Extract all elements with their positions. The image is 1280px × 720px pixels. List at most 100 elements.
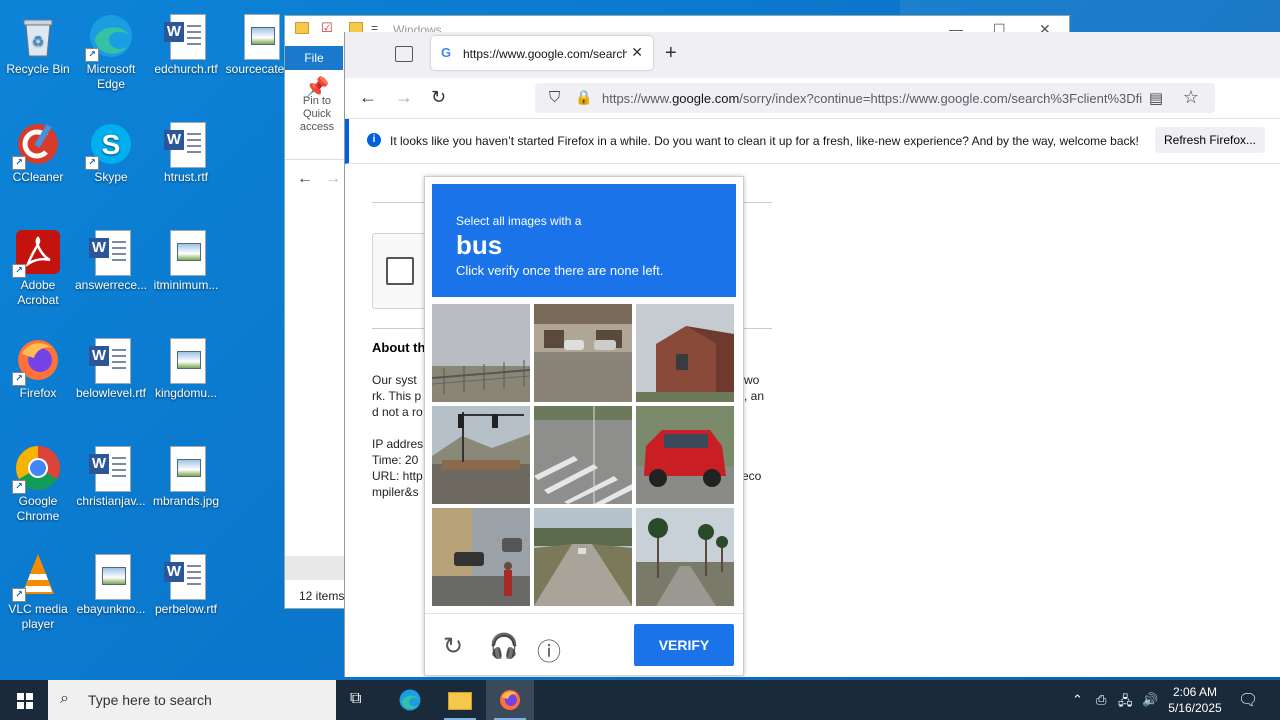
reload-challenge-icon[interactable]: ↻ [443,632,463,661]
desktop-icon-label: Microsoft Edge [86,62,136,91]
captcha-tile-6[interactable] [636,406,734,504]
edge-icon [399,689,421,711]
desktop-icon-skype[interactable]: S ↗ Skype [73,114,149,185]
pin-quick-access-button[interactable]: 📌 Pin to Quick access [291,78,343,134]
desktop-icon-label: Firefox [19,386,57,400]
desktop-icon-ccleaner[interactable]: ↗ CCleaner [0,114,76,185]
desktop-icon-label: itminimum... [153,278,219,292]
desktop-icon-label: mbrands.jpg [152,494,220,508]
back-icon[interactable]: ← [359,87,377,108]
desktop-icon-kingdomu[interactable]: kingdomu... [148,330,224,401]
tab-google-search[interactable]: G https://www.google.com/search ✕ [431,36,653,70]
desktop-icon-ebayunkno[interactable]: ebayunkno... [73,546,149,617]
desktop-icon-adobe-acrobat[interactable]: ↗ Adobe Acrobat [0,222,76,308]
taskbar-search-box[interactable]: ⌕ Type here to search [48,680,336,720]
desktop-icon-google-chrome[interactable]: ↗ Google Chrome [0,438,76,524]
tracking-protection-icon[interactable]: ⛉ [549,89,560,106]
bookmark-star-icon[interactable]: ☆ [1183,87,1199,108]
challenge-header: Select all images with a bus Click verif… [432,184,736,297]
desktop-icon-label: Adobe Acrobat [17,278,59,307]
image-file-icon [236,12,284,60]
desktop-icon-belowlevel[interactable]: W belowlevel.rtf [73,330,149,401]
properties-icon[interactable]: ☑ [321,20,333,36]
svg-text:S: S [102,129,121,160]
tab-bar: G https://www.google.com/search ✕ + [345,32,1280,78]
desktop-icon-label: belowlevel.rtf [75,386,147,400]
back-arrow-icon[interactable]: ← [297,170,313,188]
challenge-footer: ↻ 🎧 ⓘ VERIFY [425,613,743,676]
lock-icon[interactable]: 🔒 [575,89,592,106]
captcha-tile-1[interactable] [432,304,530,402]
desktop-icon-perbelow[interactable]: W perbelow.rtf [148,546,224,617]
word-document-icon: W [87,444,135,492]
pin-label: Pin to Quick access [299,95,335,133]
refresh-firefox-button[interactable]: Refresh Firefox... [1155,127,1265,153]
item-count: 12 items [299,589,345,603]
search-icon: ⌕ [60,690,69,707]
ccleaner-icon: ↗ [12,120,62,170]
show-hidden-icons[interactable]: ⌃ [1072,692,1083,708]
captcha-tile-4[interactable] [432,406,530,504]
image-file-icon [162,228,210,276]
reload-icon[interactable]: ↻ [431,87,446,108]
desktop-icon-vlc[interactable]: ↗ VLC media player [0,546,76,632]
taskbar-clock[interactable]: 2:06 AM 5/16/2025 [1163,684,1227,716]
taskbar: ⌕ Type here to search ⧉ ⌃ ⎙ 🖧 🔊 2:06 AM … [0,680,1280,720]
volume-icon[interactable]: 🔊 [1142,692,1158,708]
captcha-tile-7[interactable] [432,508,530,606]
search-placeholder: Type here to search [88,692,212,708]
taskbar-firefox[interactable] [486,680,534,720]
taskbar-edge[interactable] [386,680,434,720]
shortcut-arrow-icon: ↗ [12,480,26,494]
desktop-icon-label: ebayunkno... [76,602,146,616]
target-object: bus [456,230,503,260]
desktop-icon-edchurch[interactable]: W edchurch.rtf [148,6,224,77]
desktop-icon-label: Skype [94,170,128,184]
file-tab[interactable]: File [285,46,343,70]
desktop-icon-edge[interactable]: ↗ Microsoft Edge [73,6,149,92]
reader-view-icon[interactable]: ▤ [1149,89,1163,107]
desktop-icon-answerrece[interactable]: W answerrece... [73,222,149,293]
forward-icon[interactable]: → [395,87,413,108]
captcha-tile-9[interactable] [636,508,734,606]
desktop-icon-mbrands[interactable]: mbrands.jpg [148,438,224,509]
scrollbar[interactable] [285,556,345,580]
firefox-view-icon[interactable] [395,46,413,62]
task-view-icon: ⧉ [350,690,362,707]
desktop-icon-htrust[interactable]: W htrust.rtf [148,114,224,185]
instruction-text: Select all images with a [456,214,582,228]
forward-arrow-icon[interactable]: → [325,170,341,188]
recaptcha-challenge[interactable]: Select all images with a bus Click verif… [424,176,744,676]
new-tab-icon[interactable]: + [665,42,677,65]
url-text[interactable]: https://www.google.com/sorry/index?conti… [602,91,1142,106]
taskbar-file-explorer[interactable] [436,680,484,720]
shortcut-arrow-icon: ↗ [12,264,26,278]
help-info-icon[interactable]: ⓘ [537,632,561,667]
task-view-button[interactable]: ⧉ [336,680,384,720]
folder-icon [448,692,472,710]
info-icon: i [367,133,381,147]
desktop-icon-christianjav[interactable]: W christianjav... [73,438,149,509]
desktop-icon-label: CCleaner [12,170,64,184]
device-icon[interactable]: ⎙ [1096,692,1106,708]
start-button[interactable] [0,680,48,720]
desktop-icon-label: Google Chrome [16,494,60,523]
network-icon[interactable]: 🖧 [1118,692,1133,714]
captcha-tile-5[interactable] [534,406,632,504]
recaptcha-checkbox[interactable] [386,257,414,285]
desktop-icon-firefox[interactable]: ↗ Firefox [0,330,76,401]
address-bar[interactable]: ⛉ 🔒 https://www.google.com/sorry/index?c… [535,83,1215,113]
audio-challenge-icon[interactable]: 🎧 [489,632,519,661]
captcha-tile-8[interactable] [534,508,632,606]
captcha-tile-2[interactable] [534,304,632,402]
desktop: ♻ Recycle Bin ↗ CCleaner ↗ Adobe Acrobat… [0,0,1280,680]
image-file-icon [87,552,135,600]
desktop-icon-recycle-bin[interactable]: ♻ Recycle Bin [0,6,76,77]
captcha-tile-3[interactable] [636,304,734,402]
notification-bar: i It looks like you haven’t started Fire… [345,119,1280,164]
notification-center-icon[interactable]: 🗨 [1238,690,1258,710]
verify-button[interactable]: VERIFY [634,624,734,666]
shortcut-arrow-icon: ↗ [12,156,26,170]
desktop-icon-itminimum[interactable]: itminimum... [148,222,224,293]
close-tab-icon[interactable]: ✕ [631,44,643,61]
